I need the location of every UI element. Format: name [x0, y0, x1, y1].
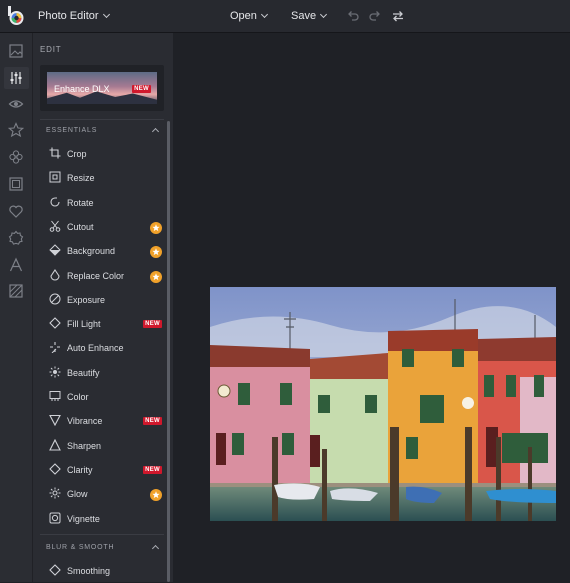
tool-crop[interactable]: Crop	[40, 142, 164, 166]
save-label: Save	[291, 10, 317, 22]
tool-sharpen[interactable]: Sharpen	[40, 434, 164, 458]
tool-label: Exposure	[67, 294, 106, 305]
blur-smooth-header[interactable]: BLUR & SMOOTH	[46, 544, 114, 551]
smoothing-icon	[49, 564, 61, 576]
panel-scrollbar[interactable]	[167, 121, 170, 582]
frame-icon[interactable]	[8, 176, 24, 192]
tool-label: Color	[67, 392, 89, 402]
premium-star-icon	[150, 488, 162, 502]
auto-enhance-icon	[50, 342, 60, 354]
collapse-caret-icon[interactable]	[151, 544, 160, 553]
panel-title: EDIT	[40, 45, 62, 54]
eye-icon[interactable]	[8, 96, 24, 112]
tool-background[interactable]: Background	[40, 239, 164, 263]
premium-star-icon	[150, 270, 162, 283]
replace-color-icon	[50, 268, 60, 281]
exposure-icon	[49, 293, 61, 305]
save-button[interactable]: Save	[291, 10, 328, 22]
chevron-down-icon	[102, 10, 110, 19]
top-toolbar: Photo Editor Open Save	[0, 0, 570, 33]
tool-vibrance[interactable]: Vibrance NEW	[40, 409, 164, 433]
tool-label: Resize	[67, 173, 95, 184]
tool-label: Clarity	[67, 464, 93, 475]
fill-light-icon	[49, 317, 61, 329]
new-badge: NEW	[143, 465, 162, 474]
open-label: Open	[230, 10, 257, 22]
beautify-icon	[49, 366, 61, 378]
tool-label: Replace Color	[67, 270, 125, 281]
tool-exposure[interactable]: Exposure	[40, 288, 164, 312]
new-badge: NEW	[143, 320, 162, 329]
tool-label: Vibrance	[67, 416, 103, 427]
promo-title: Enhance DLX	[54, 84, 110, 94]
badge-icon[interactable]	[8, 230, 24, 246]
star-icon[interactable]	[8, 122, 24, 138]
compare-toggle-icon[interactable]	[391, 9, 405, 23]
tool-label: Beautify	[67, 367, 100, 378]
tool-label: Auto Enhance	[67, 343, 124, 354]
section-divider	[40, 534, 164, 535]
section-divider	[40, 119, 164, 120]
tool-smoothing[interactable]: Smoothing	[40, 559, 164, 583]
tool-label: Rotate	[67, 197, 94, 208]
edit-panel: EDIT Enhance DLX NEW ESSENTIALS Crop Resi…	[33, 33, 173, 582]
tool-label: Fill Light	[67, 319, 101, 330]
tool-label: Sharpen	[67, 440, 102, 451]
open-button[interactable]: Open	[230, 10, 268, 22]
sharpen-icon	[49, 438, 61, 451]
promo-image: Enhance DLX NEW	[47, 72, 157, 104]
tool-fill-light[interactable]: Fill Light NEW	[40, 312, 164, 336]
tool-clarity[interactable]: Clarity NEW	[40, 458, 164, 482]
new-badge: NEW	[143, 417, 162, 426]
chevron-down-icon	[260, 10, 268, 19]
tool-label: Glow	[67, 489, 88, 500]
tool-glow[interactable]: Glow	[40, 482, 164, 506]
tool-replace-color[interactable]: Replace Color	[40, 264, 164, 288]
tool-label: Background	[67, 246, 116, 257]
image-icon[interactable]	[8, 43, 24, 59]
photo-canvas[interactable]	[210, 287, 556, 521]
tool-auto-enhance[interactable]: Auto Enhance	[40, 336, 164, 360]
new-badge: NEW	[132, 85, 151, 93]
color-icon	[49, 391, 61, 401]
crop-icon	[49, 147, 61, 159]
tool-vignette[interactable]: Vignette	[40, 507, 164, 531]
undo-icon[interactable]	[346, 9, 360, 23]
vignette-icon	[49, 512, 61, 523]
tool-color[interactable]: Color	[40, 385, 164, 409]
chevron-down-icon	[320, 10, 328, 19]
background-icon	[49, 244, 61, 256]
collapse-caret-icon[interactable]	[151, 127, 160, 136]
tool-beautify[interactable]: Beautify	[40, 361, 164, 385]
tool-cutout[interactable]: Cutout	[40, 215, 164, 239]
tool-label: Vignette	[67, 513, 100, 524]
texture-icon[interactable]	[8, 283, 24, 299]
tool-label: Crop	[67, 149, 87, 159]
enhance-dlx-promo[interactable]: Enhance DLX NEW	[40, 65, 164, 111]
resize-icon	[49, 171, 61, 183]
premium-star-icon	[150, 245, 162, 259]
glow-icon	[49, 487, 61, 499]
text-icon[interactable]	[8, 257, 24, 273]
heart-icon[interactable]	[8, 203, 24, 219]
app-menu-button[interactable]: Photo Editor	[38, 10, 110, 22]
tool-label: Cutout	[67, 221, 94, 232]
rotate-icon	[50, 197, 60, 207]
essentials-header[interactable]: ESSENTIALS	[46, 127, 97, 134]
left-icon-rail	[0, 33, 33, 582]
vibrance-icon	[49, 415, 61, 427]
app-logo-icon[interactable]	[7, 6, 25, 26]
redo-icon[interactable]	[368, 9, 382, 23]
tool-label: Smoothing	[67, 566, 111, 576]
premium-star-icon	[150, 221, 162, 234]
scissors-icon	[49, 220, 61, 232]
app-title: Photo Editor	[38, 10, 99, 22]
tool-resize[interactable]: Resize	[40, 166, 164, 190]
flower-icon[interactable]	[8, 149, 24, 165]
tool-rotate[interactable]: Rotate	[40, 191, 164, 215]
clarity-icon	[49, 463, 61, 475]
sliders-icon[interactable]	[8, 70, 24, 86]
